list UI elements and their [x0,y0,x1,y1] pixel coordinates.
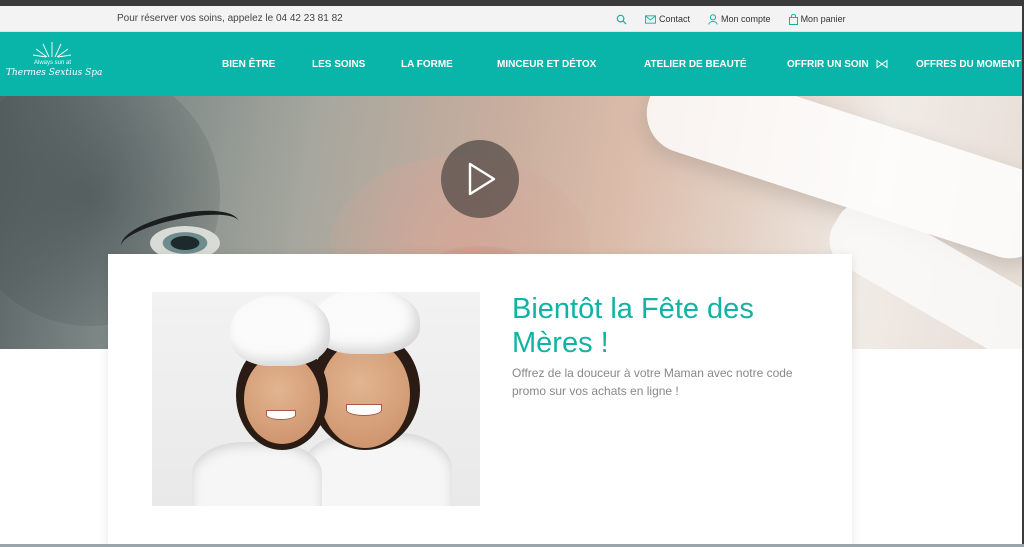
play-icon [468,162,496,196]
photo-face-daughter [244,354,320,444]
nav-item-la-forme[interactable]: LA FORME [401,59,453,70]
account-link[interactable]: Mon compte [708,13,771,25]
contact-link[interactable]: Contact [645,14,690,24]
promo-headline: Bientôt la Fête des Mères ! [512,293,754,359]
cart-label: Mon panier [800,14,846,24]
cart-link[interactable]: Mon panier [788,13,846,25]
main-navigation: Always sun at Thermes Sextius Spa BIEN Ê… [0,32,1022,96]
utility-bar: Pour réserver vos soins, appelez le 04 4… [0,6,1022,32]
nav-item-offres-du-moment[interactable]: OFFRES DU MOMENT [916,59,1021,70]
contact-label: Contact [659,14,691,24]
nav-item-bien-etre[interactable]: BIEN ÊTRE [222,59,275,70]
spa-logo[interactable]: Always sun at Thermes Sextius Spa [4,40,103,90]
account-label: Mon compte [721,14,771,24]
promo-card: Bientôt la Fête des Mères ! Offrez de la… [108,254,852,547]
photo-face-mother [320,340,410,448]
nav-item-offrir-un-soin[interactable]: OFFRIR UN SOIN [787,59,869,70]
photo-towel-daughter [230,294,330,366]
photo-robe-daughter [192,442,322,506]
photo-smile-mother [346,404,382,416]
promo-body-text: Offrez de la douceur à votre Maman avec … [512,366,793,398]
mail-icon [645,14,656,24]
utility-links: Contact Mon compte Mon panier [616,10,864,28]
user-icon [708,13,718,25]
nav-item-minceur-detox[interactable]: MINCEUR ET DÉTOX [497,59,596,70]
nav-item-atelier-beaute[interactable]: ATELIER DE BEAUTÉ [644,59,747,70]
logo-wordmark: Thermes Sextius Spa [6,68,103,78]
booking-phone-text: Pour réserver vos soins, appelez le 04 4… [117,13,343,24]
play-video-button[interactable] [441,140,519,218]
logo-tagline: Always sun at [34,60,72,66]
nav-item-les-soins[interactable]: LES SOINS [312,59,365,70]
gift-bow-icon [876,59,888,69]
search-icon[interactable] [616,14,627,25]
sun-rays-icon [32,42,72,58]
bag-icon [788,13,798,25]
photo-smile-daughter [266,410,296,420]
mother-daughter-photo [152,292,480,506]
